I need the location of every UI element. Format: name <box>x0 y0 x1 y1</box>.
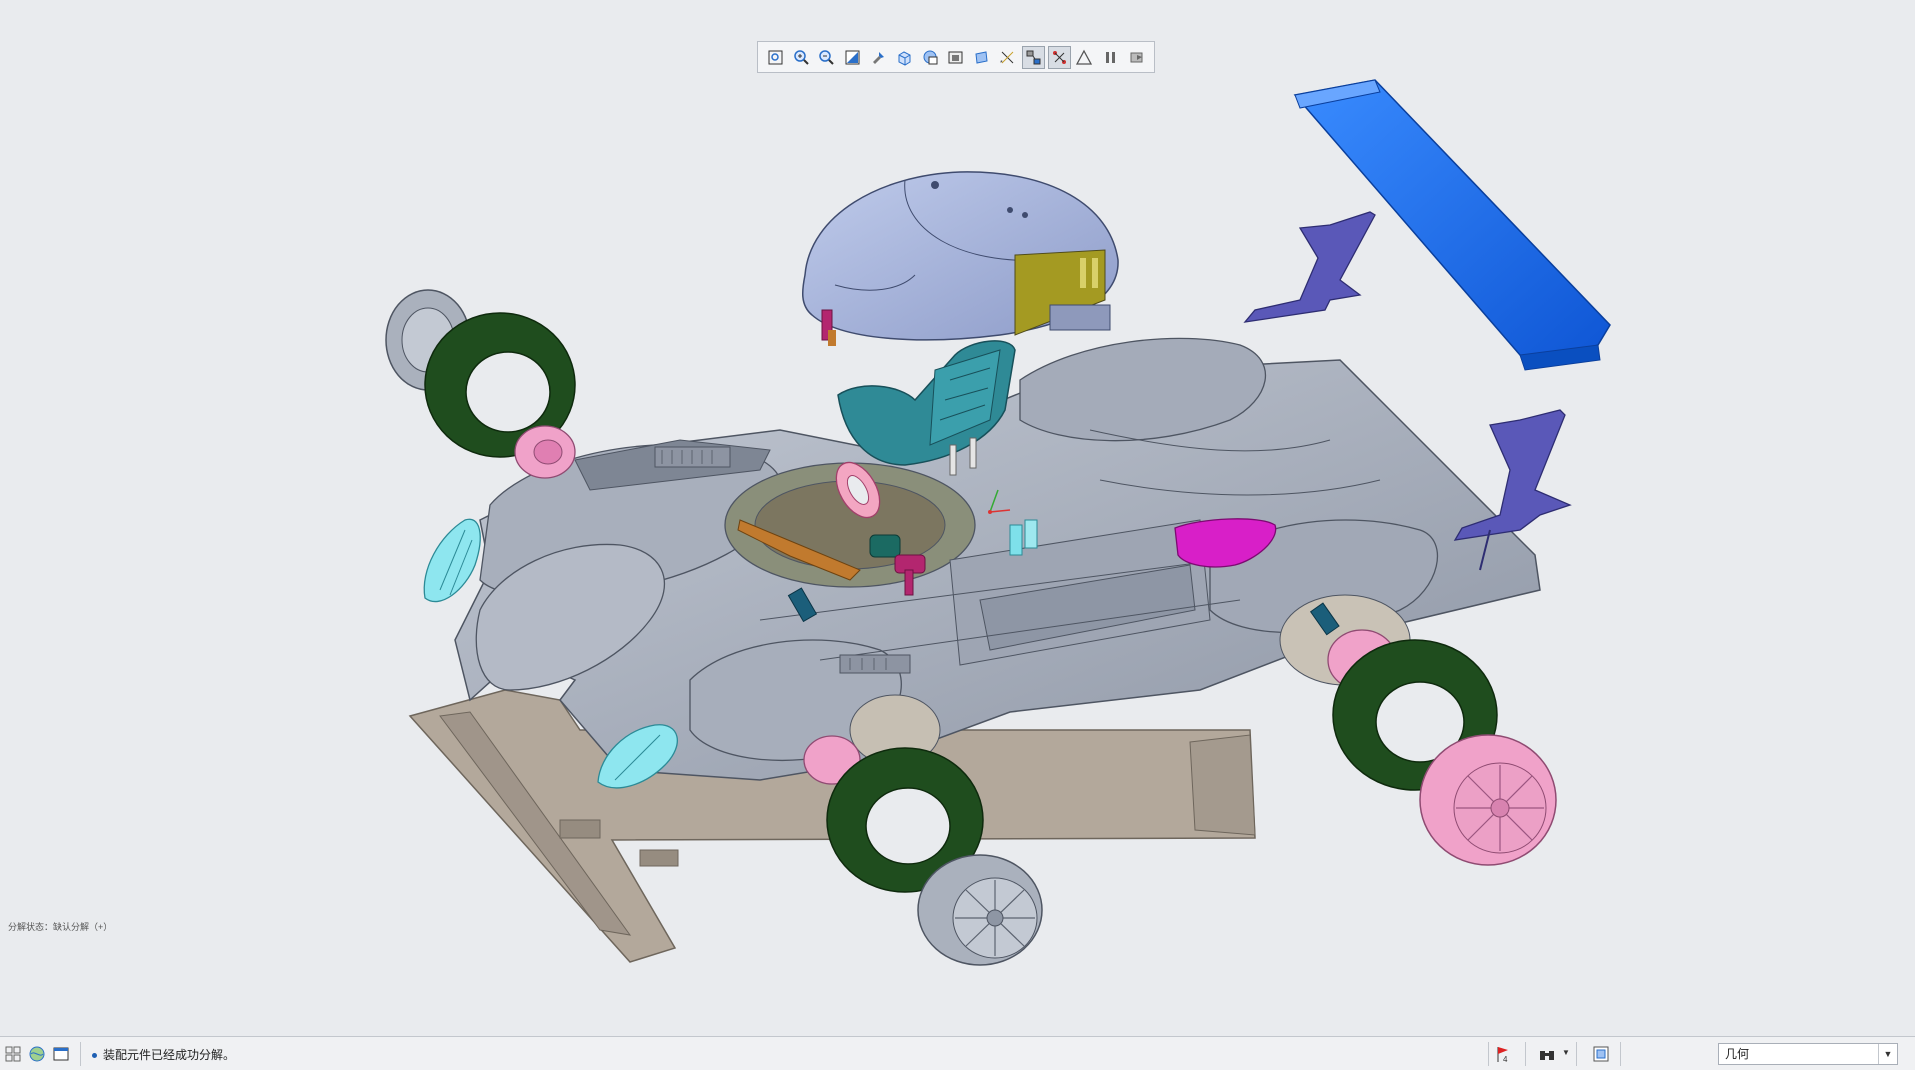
selection-filter-value: 几何 <box>1725 1047 1750 1061</box>
3d-viewport[interactable]: * 分解状态：缺认分解（+） <box>0 0 1915 1036</box>
wing-fin-left[interactable] <box>1243 211 1376 323</box>
chevron-down-icon[interactable]: ▼ <box>1562 1048 1570 1057</box>
binoculars-icon[interactable] <box>1538 1045 1556 1063</box>
explode-state-label: 分解状态：缺认分解（+） <box>8 922 113 932</box>
status-separator <box>80 1042 81 1066</box>
status-separator <box>1620 1042 1621 1066</box>
flag-count: 4 <box>1503 1055 1508 1064</box>
status-separator <box>1488 1042 1489 1066</box>
headlight-lens-upper[interactable] <box>423 518 481 603</box>
status-message-text: 装配元件已经成功分解。 <box>103 1048 236 1062</box>
wheel-rim-rear-right[interactable] <box>1419 734 1557 866</box>
status-message: 装配元件已经成功分解。 <box>92 1046 235 1063</box>
dropdown-arrow-icon[interactable]: ▼ <box>1878 1044 1897 1064</box>
grid-toggle-icon[interactable] <box>4 1045 22 1063</box>
canopy[interactable] <box>801 171 1119 341</box>
info-dot-icon <box>92 1053 97 1059</box>
status-bar: 装配元件已经成功分解。 4 ▼ 几何 ▼ <box>0 1036 1915 1070</box>
hub-top-left[interactable] <box>514 425 576 479</box>
wheel-rim-bottom-center[interactable] <box>917 854 1043 966</box>
window-icon[interactable] <box>52 1045 70 1063</box>
exploded-car-assembly[interactable] <box>0 0 1915 1036</box>
status-separator <box>1576 1042 1577 1066</box>
browser-icon[interactable] <box>28 1045 46 1063</box>
selection-filter-icon[interactable] <box>1592 1045 1610 1063</box>
selection-filter-dropdown[interactable]: 几何 ▼ <box>1718 1043 1898 1065</box>
status-separator <box>1525 1042 1526 1066</box>
